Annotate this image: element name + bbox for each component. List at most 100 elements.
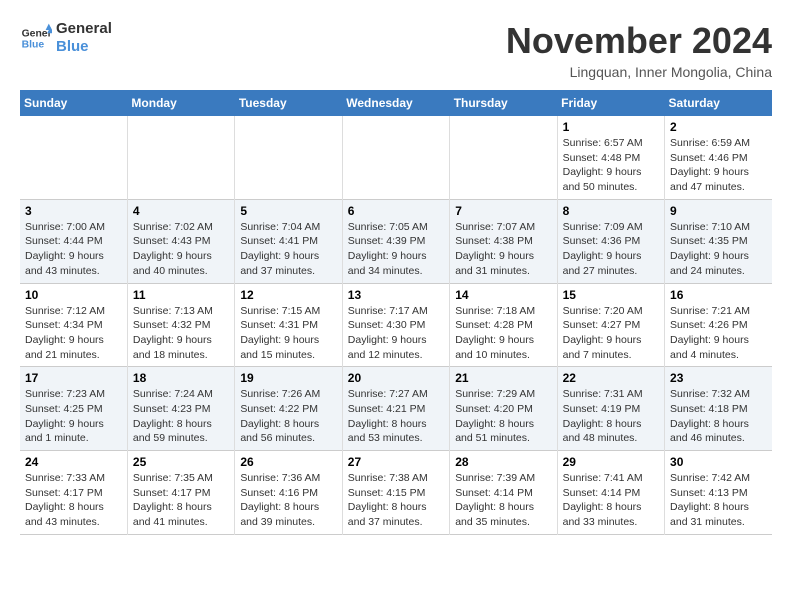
day-number: 20 [348, 371, 444, 385]
day-number: 29 [563, 455, 659, 469]
calendar-cell: 17 Sunrise: 7:23 AM Sunset: 4:25 PM Dayli… [20, 367, 127, 451]
calendar-cell: 3 Sunrise: 7:00 AM Sunset: 4:44 PM Daylig… [20, 199, 127, 283]
day-info: Sunrise: 7:36 AM Sunset: 4:16 PM Dayligh… [240, 471, 336, 530]
day-info: Sunrise: 7:00 AM Sunset: 4:44 PM Dayligh… [25, 220, 122, 279]
calendar-cell: 14 Sunrise: 7:18 AM Sunset: 4:28 PM Dayli… [450, 283, 557, 367]
day-number: 11 [133, 288, 229, 302]
logo-icon: General Blue [20, 22, 52, 54]
weekday-header-tuesday: Tuesday [235, 90, 342, 116]
svg-text:General: General [22, 28, 52, 39]
calendar-cell: 18Sunrise: 7:24 AM Sunset: 4:23 PM Dayli… [127, 367, 234, 451]
calendar-cell: 20 Sunrise: 7:27 AM Sunset: 4:21 PM Dayli… [342, 367, 449, 451]
day-number: 1 [563, 120, 659, 134]
calendar-header-row: SundayMondayTuesdayWednesdayThursdayFrid… [20, 90, 772, 116]
day-info: Sunrise: 7:32 AM Sunset: 4:18 PM Dayligh… [670, 387, 767, 446]
day-info: Sunrise: 7:10 AM Sunset: 4:35 PM Dayligh… [670, 220, 767, 279]
calendar-cell: 27Sunrise: 7:38 AM Sunset: 4:15 PM Dayli… [342, 451, 449, 535]
calendar-week-4: 17 Sunrise: 7:23 AM Sunset: 4:25 PM Dayli… [20, 367, 772, 451]
day-info: Sunrise: 7:09 AM Sunset: 4:36 PM Dayligh… [563, 220, 659, 279]
calendar-cell: 5Sunrise: 7:04 AM Sunset: 4:41 PM Daylig… [235, 199, 342, 283]
calendar-cell: 4 Sunrise: 7:02 AM Sunset: 4:43 PM Daylig… [127, 199, 234, 283]
day-number: 25 [133, 455, 229, 469]
day-info: Sunrise: 7:18 AM Sunset: 4:28 PM Dayligh… [455, 304, 551, 363]
logo: General Blue General Blue [20, 20, 112, 56]
day-number: 17 [25, 371, 122, 385]
day-info: Sunrise: 7:07 AM Sunset: 4:38 PM Dayligh… [455, 220, 551, 279]
calendar-week-5: 24 Sunrise: 7:33 AM Sunset: 4:17 PM Dayli… [20, 451, 772, 535]
weekday-header-wednesday: Wednesday [342, 90, 449, 116]
logo-line2: Blue [56, 38, 112, 56]
calendar-cell: 9 Sunrise: 7:10 AM Sunset: 4:35 PM Daylig… [665, 199, 772, 283]
calendar-cell [342, 116, 449, 199]
calendar-cell: 6 Sunrise: 7:05 AM Sunset: 4:39 PM Daylig… [342, 199, 449, 283]
location: Lingquan, Inner Mongolia, China [506, 64, 772, 80]
day-info: Sunrise: 7:17 AM Sunset: 4:30 PM Dayligh… [348, 304, 444, 363]
calendar-cell: 23Sunrise: 7:32 AM Sunset: 4:18 PM Dayli… [665, 367, 772, 451]
calendar-cell: 21Sunrise: 7:29 AM Sunset: 4:20 PM Dayli… [450, 367, 557, 451]
day-number: 8 [563, 204, 659, 218]
calendar-cell: 28Sunrise: 7:39 AM Sunset: 4:14 PM Dayli… [450, 451, 557, 535]
day-info: Sunrise: 7:13 AM Sunset: 4:32 PM Dayligh… [133, 304, 229, 363]
calendar-cell: 29 Sunrise: 7:41 AM Sunset: 4:14 PM Dayli… [557, 451, 664, 535]
day-info: Sunrise: 7:39 AM Sunset: 4:14 PM Dayligh… [455, 471, 551, 530]
day-number: 10 [25, 288, 122, 302]
calendar-cell: 11 Sunrise: 7:13 AM Sunset: 4:32 PM Dayli… [127, 283, 234, 367]
day-number: 14 [455, 288, 551, 302]
day-number: 19 [240, 371, 336, 385]
day-info: Sunrise: 7:41 AM Sunset: 4:14 PM Dayligh… [563, 471, 659, 530]
calendar-cell: 19Sunrise: 7:26 AM Sunset: 4:22 PM Dayli… [235, 367, 342, 451]
calendar-week-1: 1 Sunrise: 6:57 AM Sunset: 4:48 PM Daylig… [20, 116, 772, 199]
day-number: 3 [25, 204, 122, 218]
title-block: November 2024 Lingquan, Inner Mongolia, … [506, 20, 772, 80]
day-number: 6 [348, 204, 444, 218]
calendar-cell: 10 Sunrise: 7:12 AM Sunset: 4:34 PM Dayli… [20, 283, 127, 367]
day-info: Sunrise: 7:24 AM Sunset: 4:23 PM Dayligh… [133, 387, 229, 446]
day-info: Sunrise: 7:15 AM Sunset: 4:31 PM Dayligh… [240, 304, 336, 363]
day-info: Sunrise: 6:59 AM Sunset: 4:46 PM Dayligh… [670, 136, 767, 195]
calendar-cell: 24 Sunrise: 7:33 AM Sunset: 4:17 PM Dayli… [20, 451, 127, 535]
day-number: 30 [670, 455, 767, 469]
day-number: 7 [455, 204, 551, 218]
weekday-header-friday: Friday [557, 90, 664, 116]
day-number: 12 [240, 288, 336, 302]
calendar-cell: 7 Sunrise: 7:07 AM Sunset: 4:38 PM Daylig… [450, 199, 557, 283]
page-header: General Blue General Blue November 2024 … [20, 20, 772, 80]
day-number: 2 [670, 120, 767, 134]
calendar-cell: 26 Sunrise: 7:36 AM Sunset: 4:16 PM Dayli… [235, 451, 342, 535]
calendar-cell [127, 116, 234, 199]
calendar-cell: 25 Sunrise: 7:35 AM Sunset: 4:17 PM Dayli… [127, 451, 234, 535]
day-info: Sunrise: 6:57 AM Sunset: 4:48 PM Dayligh… [563, 136, 659, 195]
calendar-cell: 15 Sunrise: 7:20 AM Sunset: 4:27 PM Dayli… [557, 283, 664, 367]
calendar-cell: 1 Sunrise: 6:57 AM Sunset: 4:48 PM Daylig… [557, 116, 664, 199]
day-info: Sunrise: 7:27 AM Sunset: 4:21 PM Dayligh… [348, 387, 444, 446]
day-number: 15 [563, 288, 659, 302]
day-info: Sunrise: 7:12 AM Sunset: 4:34 PM Dayligh… [25, 304, 122, 363]
day-number: 4 [133, 204, 229, 218]
day-info: Sunrise: 7:05 AM Sunset: 4:39 PM Dayligh… [348, 220, 444, 279]
month-title: November 2024 [506, 20, 772, 62]
calendar-body: 1 Sunrise: 6:57 AM Sunset: 4:48 PM Daylig… [20, 116, 772, 534]
calendar-week-3: 10 Sunrise: 7:12 AM Sunset: 4:34 PM Dayli… [20, 283, 772, 367]
day-number: 24 [25, 455, 122, 469]
day-info: Sunrise: 7:23 AM Sunset: 4:25 PM Dayligh… [25, 387, 122, 446]
calendar-cell: 2 Sunrise: 6:59 AM Sunset: 4:46 PM Daylig… [665, 116, 772, 199]
day-number: 13 [348, 288, 444, 302]
weekday-header-sunday: Sunday [20, 90, 127, 116]
day-info: Sunrise: 7:04 AM Sunset: 4:41 PM Dayligh… [240, 220, 336, 279]
day-info: Sunrise: 7:21 AM Sunset: 4:26 PM Dayligh… [670, 304, 767, 363]
day-number: 9 [670, 204, 767, 218]
calendar-cell: 30Sunrise: 7:42 AM Sunset: 4:13 PM Dayli… [665, 451, 772, 535]
day-info: Sunrise: 7:02 AM Sunset: 4:43 PM Dayligh… [133, 220, 229, 279]
day-number: 21 [455, 371, 551, 385]
calendar-cell [20, 116, 127, 199]
day-number: 26 [240, 455, 336, 469]
calendar-week-2: 3 Sunrise: 7:00 AM Sunset: 4:44 PM Daylig… [20, 199, 772, 283]
day-info: Sunrise: 7:20 AM Sunset: 4:27 PM Dayligh… [563, 304, 659, 363]
day-number: 16 [670, 288, 767, 302]
day-info: Sunrise: 7:33 AM Sunset: 4:17 PM Dayligh… [25, 471, 122, 530]
day-info: Sunrise: 7:35 AM Sunset: 4:17 PM Dayligh… [133, 471, 229, 530]
svg-text:Blue: Blue [22, 40, 45, 51]
calendar-cell: 22Sunrise: 7:31 AM Sunset: 4:19 PM Dayli… [557, 367, 664, 451]
calendar-cell: 12 Sunrise: 7:15 AM Sunset: 4:31 PM Dayli… [235, 283, 342, 367]
calendar-cell: 16 Sunrise: 7:21 AM Sunset: 4:26 PM Dayli… [665, 283, 772, 367]
